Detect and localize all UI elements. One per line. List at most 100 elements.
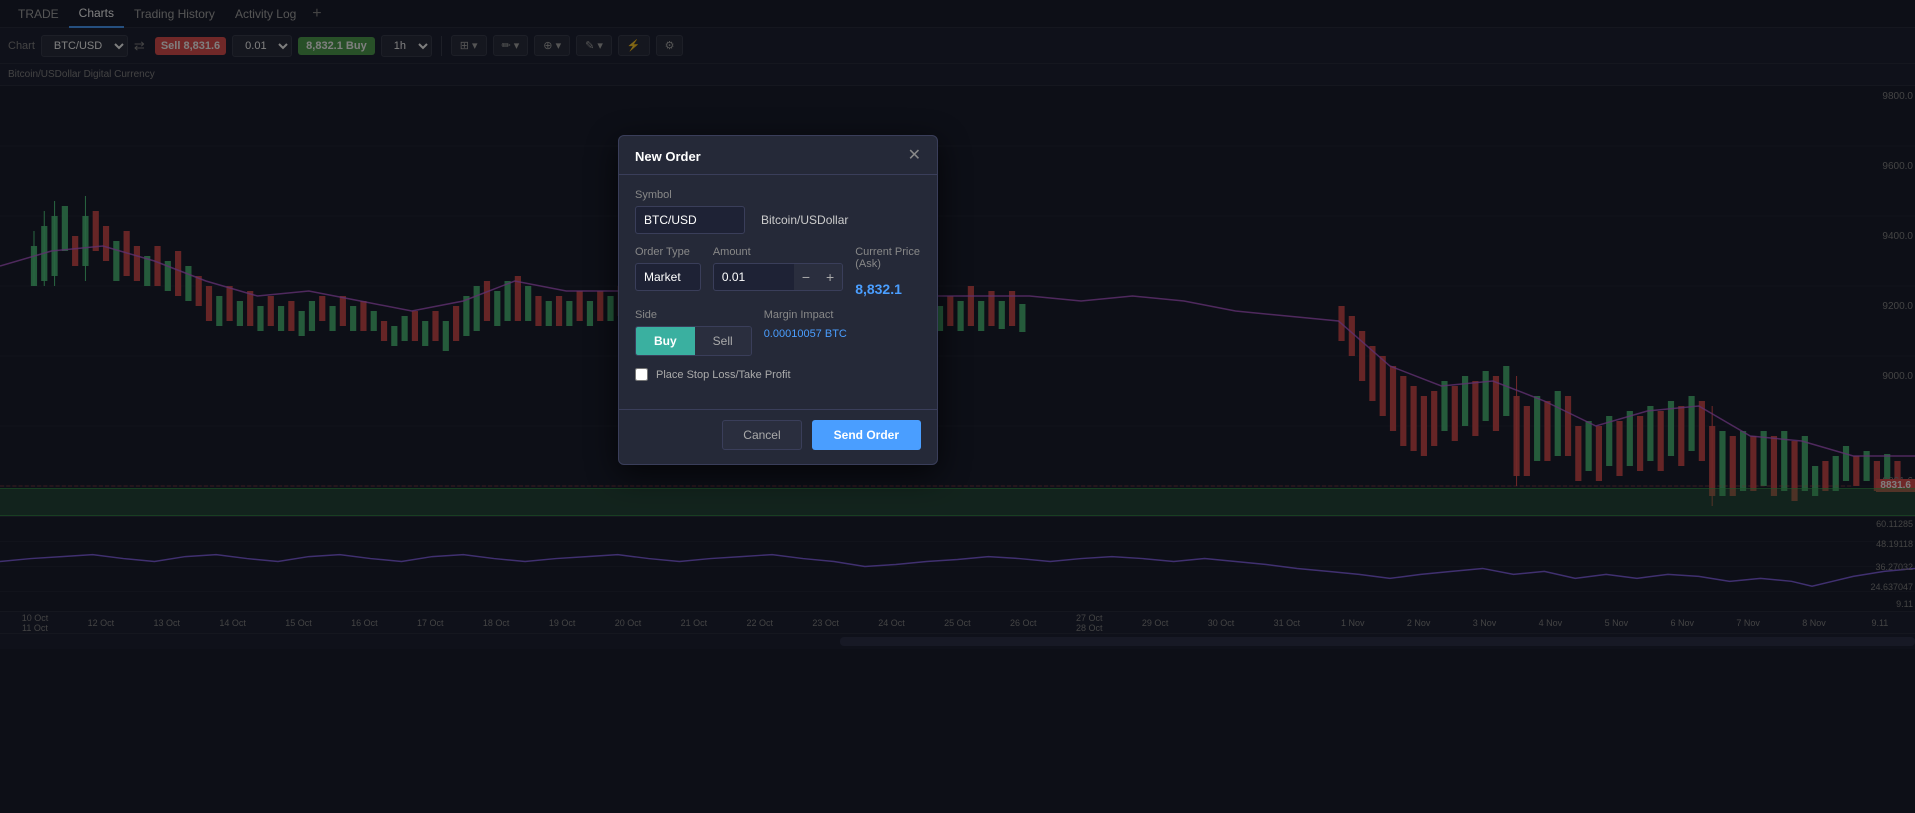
x-label-11: 22 Oct bbox=[727, 618, 793, 628]
margin-value: 0.00010057 BTC bbox=[764, 322, 847, 340]
cancel-button[interactable]: Cancel bbox=[722, 420, 801, 450]
osc-y-2: 48.19118 bbox=[1876, 539, 1913, 549]
x-label-1: 12 Oct bbox=[68, 618, 134, 628]
sell-badge: Sell 8,831.6 bbox=[155, 37, 226, 55]
x-label-9: 20 Oct bbox=[595, 618, 661, 628]
buy-button[interactable]: Buy bbox=[636, 327, 695, 355]
x-label-19: 31 Oct bbox=[1254, 618, 1320, 628]
x-label-25: 6 Nov bbox=[1649, 618, 1715, 628]
pencil-btn[interactable]: ✎ ▾ bbox=[576, 35, 612, 56]
top-nav: TRADE Charts Trading History Activity Lo… bbox=[0, 0, 1915, 28]
alert-btn[interactable]: ⚡ bbox=[618, 35, 650, 56]
order-amount-row: Order Type Market Limit Stop Amount − + bbox=[635, 246, 921, 297]
swap-icon[interactable]: ⇄ bbox=[134, 38, 145, 54]
nav-activity-log[interactable]: Activity Log bbox=[225, 0, 306, 28]
x-label-22: 3 Nov bbox=[1452, 618, 1518, 628]
x-label-14: 25 Oct bbox=[924, 618, 990, 628]
modal-title: New Order bbox=[635, 149, 701, 164]
side-buttons: Buy Sell bbox=[635, 326, 752, 356]
x-axis: 10 Oct11 Oct 12 Oct 13 Oct 14 Oct 15 Oct… bbox=[0, 611, 1915, 633]
scrollbar-thumb[interactable] bbox=[840, 637, 1915, 646]
current-price-value: 8,832.1 bbox=[855, 275, 921, 297]
x-label-17: 29 Oct bbox=[1122, 618, 1188, 628]
x-label-21: 2 Nov bbox=[1386, 618, 1452, 628]
symbol-input[interactable] bbox=[635, 206, 745, 234]
amount-wrapper: − + bbox=[713, 263, 843, 291]
x-label-0: 10 Oct11 Oct bbox=[2, 613, 68, 633]
stoploss-row: Place Stop Loss/Take Profit bbox=[635, 368, 921, 381]
side-group: Side Buy Sell bbox=[635, 309, 752, 356]
stoploss-checkbox[interactable] bbox=[635, 368, 648, 381]
x-label-2: 13 Oct bbox=[134, 618, 200, 628]
current-price-label: Current Price (Ask) bbox=[855, 246, 921, 270]
chart-subtitle: Bitcoin/USDollar Digital Currency bbox=[0, 64, 1915, 86]
stoploss-label: Place Stop Loss/Take Profit bbox=[656, 369, 791, 381]
symbol-description: Bitcoin/USDollar bbox=[753, 207, 856, 233]
side-margin-row: Side Buy Sell Margin Impact 0.00010057 B… bbox=[635, 309, 921, 356]
margin-label: Margin Impact bbox=[764, 309, 921, 321]
indicator-btn[interactable]: ⊞ ▾ bbox=[451, 35, 487, 56]
y-label-2: 9600.0 bbox=[1882, 161, 1913, 172]
x-label-26: 7 Nov bbox=[1715, 618, 1781, 628]
scrollbar-area[interactable] bbox=[0, 633, 1915, 649]
new-order-modal: New Order ✕ Symbol Bitcoin/USDollar Orde… bbox=[618, 135, 938, 465]
osc-y-3: 36.27032 bbox=[1875, 562, 1913, 572]
x-label-8: 19 Oct bbox=[529, 618, 595, 628]
symbol-label: Symbol bbox=[635, 189, 921, 201]
y-label-1: 9800.0 bbox=[1882, 91, 1913, 102]
x-label-28: 9.11 bbox=[1847, 618, 1913, 628]
current-price-group: Current Price (Ask) 8,832.1 bbox=[855, 246, 921, 297]
y-label-3: 9400.0 bbox=[1882, 231, 1913, 242]
x-label-7: 18 Oct bbox=[463, 618, 529, 628]
x-label-12: 23 Oct bbox=[793, 618, 859, 628]
y-label-5: 9000.0 bbox=[1882, 371, 1913, 382]
x-label-16: 27 Oct28 Oct bbox=[1056, 613, 1122, 633]
y-label-4: 9200.0 bbox=[1882, 301, 1913, 312]
osc-y-5: 9.11 bbox=[1896, 599, 1913, 609]
timeframe-select[interactable]: 1h bbox=[381, 35, 432, 57]
side-label: Side bbox=[635, 309, 752, 321]
order-type-select[interactable]: Market Limit Stop bbox=[635, 263, 701, 291]
x-label-10: 21 Oct bbox=[661, 618, 727, 628]
symbol-row: Symbol Bitcoin/USDollar bbox=[635, 189, 921, 234]
oscillator-area: 60.11285 48.19118 36.27032 24.637047 9.1… bbox=[0, 516, 1915, 611]
order-type-group: Order Type Market Limit Stop bbox=[635, 246, 701, 297]
osc-y-4: 24.637047 bbox=[1870, 582, 1913, 592]
order-type-label: Order Type bbox=[635, 246, 701, 258]
toolbar-sep1 bbox=[441, 36, 442, 56]
sell-button[interactable]: Sell bbox=[695, 327, 751, 355]
nav-trade[interactable]: TRADE bbox=[8, 0, 69, 28]
amount-group: Amount − + bbox=[713, 246, 843, 297]
x-label-27: 8 Nov bbox=[1781, 618, 1847, 628]
x-label-18: 30 Oct bbox=[1188, 618, 1254, 628]
symbol-select[interactable]: BTC/USD bbox=[41, 35, 128, 57]
modal-close-button[interactable]: ✕ bbox=[908, 148, 921, 164]
chart-toolbar: Chart BTC/USD ⇄ Sell 8,831.6 0.01 8,832.… bbox=[0, 28, 1915, 64]
amount-decrease-btn[interactable]: − bbox=[794, 264, 818, 290]
price-dropdown[interactable]: 0.01 bbox=[232, 35, 292, 57]
algo-btn[interactable]: ⊕ ▾ bbox=[534, 35, 570, 56]
main-chart: 9800.0 9600.0 9400.0 9200.0 9000.0 8831.… bbox=[0, 86, 1915, 516]
chart-label: Chart bbox=[8, 40, 35, 52]
amount-input[interactable] bbox=[714, 264, 794, 290]
amount-increase-btn[interactable]: + bbox=[818, 264, 842, 290]
x-label-6: 17 Oct bbox=[397, 618, 463, 628]
x-label-5: 16 Oct bbox=[331, 618, 397, 628]
buy-price-badge: 8,832.1 Buy bbox=[298, 37, 375, 55]
modal-header: New Order ✕ bbox=[619, 136, 937, 175]
margin-group: Margin Impact 0.00010057 BTC bbox=[764, 309, 921, 340]
draw-btn[interactable]: ✏ ▾ bbox=[493, 35, 529, 56]
amount-label: Amount bbox=[713, 246, 843, 258]
x-label-20: 1 Nov bbox=[1320, 618, 1386, 628]
settings-btn[interactable]: ⚙ bbox=[656, 35, 684, 56]
x-label-15: 26 Oct bbox=[990, 618, 1056, 628]
x-label-4: 15 Oct bbox=[266, 618, 332, 628]
modal-body: Symbol Bitcoin/USDollar Order Type Marke… bbox=[619, 175, 937, 409]
green-band bbox=[0, 488, 1915, 516]
nav-trading-history[interactable]: Trading History bbox=[124, 0, 225, 28]
osc-y-1: 60.11285 bbox=[1876, 519, 1913, 529]
x-label-24: 5 Nov bbox=[1583, 618, 1649, 628]
nav-add-tab[interactable]: + bbox=[306, 5, 327, 23]
nav-charts[interactable]: Charts bbox=[69, 0, 124, 28]
send-order-button[interactable]: Send Order bbox=[812, 420, 921, 450]
